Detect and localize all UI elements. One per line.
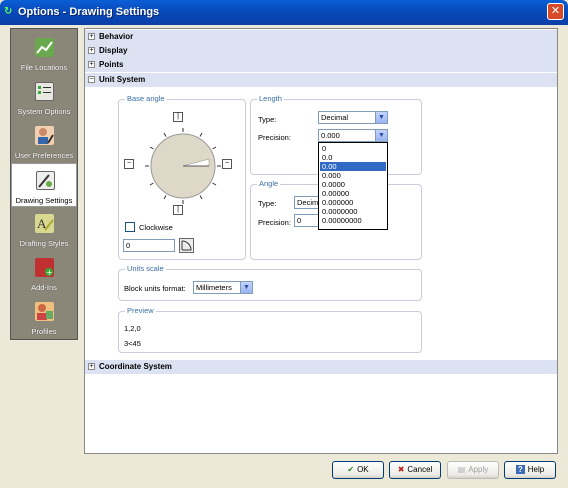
expand-plus-icon[interactable]: +	[88, 61, 95, 68]
expand-plus-icon[interactable]: +	[88, 363, 95, 370]
svg-text:+: +	[46, 268, 53, 277]
sidebar-item-label: Drawing Settings	[15, 196, 73, 205]
base-angle-group: Base angle | − − | Clockwise 0	[118, 94, 246, 260]
chevron-down-icon[interactable]: ▼	[375, 112, 387, 123]
tree-node-behavior[interactable]: + Behavior	[85, 30, 557, 44]
angle-270-button[interactable]: |	[173, 205, 183, 215]
units-scale-group: Units scale Block units format: Millimet…	[118, 264, 422, 301]
collapse-minus-icon[interactable]: −	[88, 76, 95, 83]
precision-option[interactable]: 0	[320, 144, 386, 153]
length-type-select[interactable]: Decimal ▼	[318, 111, 388, 124]
sidebar-item-system-options[interactable]: System Options	[11, 75, 77, 119]
sidebar-item-drafting-styles[interactable]: A Drafting Styles	[11, 207, 77, 251]
precision-option[interactable]: 0.00000	[320, 189, 386, 198]
clockwise-checkbox[interactable]	[125, 222, 135, 232]
expand-plus-icon[interactable]: +	[88, 33, 95, 40]
preview-line: 1,2,0	[124, 324, 141, 333]
app-icon: ↻	[4, 6, 13, 17]
sidebar-item-file-locations[interactable]: File Locations	[11, 31, 77, 75]
tree-node-points[interactable]: + Points	[85, 58, 557, 72]
sidebar-item-label: File Locations	[20, 63, 68, 72]
user-pencil-icon	[35, 126, 54, 145]
sidebar-item-label: System Options	[17, 107, 71, 116]
angle-dial[interactable]	[131, 114, 235, 218]
precision-option[interactable]: 0.000	[320, 171, 386, 180]
ok-button[interactable]: ✔ OK	[332, 461, 384, 479]
close-icon: ✕	[550, 5, 561, 17]
tree-node-display[interactable]: + Display	[85, 44, 557, 58]
preview-group: Preview 1,2,0 3<45	[118, 306, 422, 353]
base-angle-input[interactable]: 0	[123, 239, 175, 252]
angle-0-button[interactable]: −	[222, 159, 232, 169]
precision-option[interactable]: 0.0000	[320, 180, 386, 189]
sidebar-item-drawing-settings[interactable]: Drawing Settings	[11, 163, 77, 207]
sidebar-item-label: Profiles	[31, 327, 57, 336]
addins-icon: +	[35, 258, 54, 277]
check-icon: ✔	[347, 465, 355, 474]
angle-pick-icon	[181, 240, 192, 251]
drafting-styles-icon: A	[35, 214, 54, 233]
tree-node-unit-system[interactable]: − Unit System	[85, 73, 557, 87]
sidebar-item-label: User Preferences	[14, 151, 74, 160]
sidebar-item-label: Drafting Styles	[19, 239, 69, 248]
tree-node-coordinate-system[interactable]: + Coordinate System	[85, 360, 557, 374]
length-precision-select[interactable]: 0.000 ▼	[318, 129, 388, 142]
sidebar-item-add-ins[interactable]: + Add-Ins	[11, 251, 77, 295]
preview-line: 3<45	[124, 339, 141, 348]
help-icon: ?	[515, 465, 525, 474]
angle-180-button[interactable]: −	[124, 159, 134, 169]
folder-chart-icon	[35, 38, 54, 57]
checklist-icon	[35, 82, 54, 101]
chevron-down-icon[interactable]: ▼	[240, 282, 252, 293]
precision-option[interactable]: 0.00000000	[320, 216, 386, 225]
apply-icon: ▤	[457, 465, 466, 474]
expand-plus-icon[interactable]: +	[88, 47, 95, 54]
chevron-down-icon[interactable]: ▼	[375, 130, 387, 141]
sidebar-item-user-preferences[interactable]: User Preferences	[11, 119, 77, 163]
window-title: Options - Drawing Settings	[18, 6, 160, 18]
options-sidebar: File Locations System Options User Prefe…	[10, 28, 78, 340]
angle-90-button[interactable]: |	[173, 112, 183, 122]
cancel-button[interactable]: ✖ Cancel	[389, 461, 441, 479]
precision-option[interactable]: 0.0	[320, 153, 386, 162]
apply-button[interactable]: ▤ Apply	[447, 461, 499, 479]
x-icon: ✖	[397, 465, 405, 474]
drawing-settings-icon	[36, 171, 55, 190]
block-units-select[interactable]: Millimeters ▼	[193, 281, 253, 294]
precision-option[interactable]: 0.0000000	[320, 207, 386, 216]
sidebar-item-label: Add-Ins	[31, 283, 57, 292]
help-button[interactable]: ? Help	[504, 461, 556, 479]
close-button[interactable]: ✕	[547, 3, 564, 20]
title-bar[interactable]: ↻ Options - Drawing Settings ✕	[0, 0, 568, 25]
sidebar-item-profiles[interactable]: Profiles	[11, 295, 77, 339]
precision-option[interactable]: 0.000000	[320, 198, 386, 207]
precision-dropdown-list[interactable]: 0 0.0 0.00 0.000 0.0000 0.00000 0.000000…	[318, 142, 388, 230]
pick-angle-button[interactable]	[179, 238, 194, 253]
profiles-icon	[35, 302, 54, 321]
precision-option[interactable]: 0.00	[320, 162, 386, 171]
